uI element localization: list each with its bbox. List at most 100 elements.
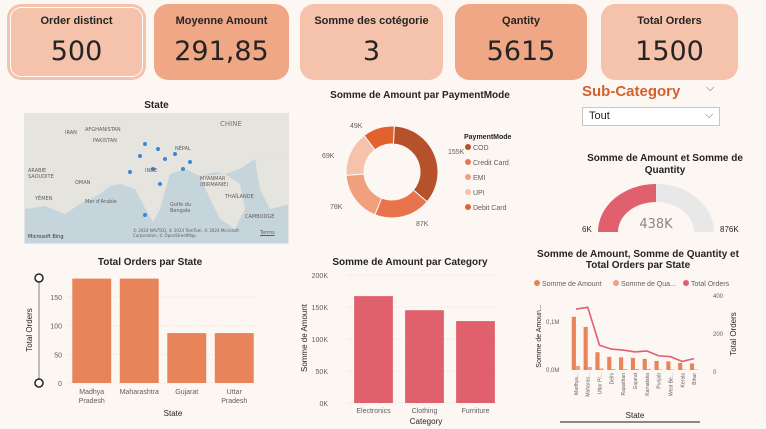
dropdown-value: Tout	[589, 110, 610, 122]
bar-amount[interactable]	[571, 316, 576, 370]
bar-amount[interactable]	[678, 362, 683, 370]
y-tick-label: 50K	[316, 369, 329, 376]
x-tick-label: Delhi	[609, 373, 615, 384]
gauge-chart[interactable]: 438K 6K 876K	[580, 178, 750, 238]
y-tick-label: 50	[54, 352, 62, 359]
donut-legend-dot	[465, 174, 471, 180]
donut-slice[interactable]	[392, 125, 439, 203]
kpi-order-distinct[interactable]: Order distinct 500	[7, 4, 146, 80]
bar-quantity[interactable]	[587, 366, 592, 370]
kpi-qantity[interactable]: Qantity 5615	[455, 4, 587, 80]
bar-state-title: Total Orders par State	[97, 257, 203, 268]
bar-quantity[interactable]	[694, 369, 699, 370]
y-tick-label: 100K	[312, 337, 329, 344]
bar-quantity[interactable]	[646, 368, 651, 370]
donut-legend-label[interactable]: UPI	[473, 190, 485, 197]
x-tick-label: Madhya...	[574, 373, 580, 395]
map-terms-link[interactable]: Terms	[260, 230, 275, 236]
gauge-max: 876K	[720, 225, 739, 234]
kpi-label: Order distinct	[40, 15, 113, 27]
combo-right-tick: 200	[713, 332, 724, 338]
kpi-value: 5615	[486, 36, 556, 67]
range-slider-handle-bottom[interactable]	[34, 378, 44, 388]
donut-legend-dot	[465, 159, 471, 165]
bar-category-chart[interactable]: Somme de Amount Category 0K 50K 100K 150K 20…	[296, 268, 508, 428]
kpi-label: Somme des cotégorie	[314, 15, 429, 27]
bar-amount[interactable]	[654, 360, 659, 370]
bar-state-xlabel: State	[164, 409, 183, 418]
bar-quantity[interactable]	[682, 369, 687, 370]
kpi-label: Total Orders	[637, 15, 702, 27]
map-label-inde: INDE	[145, 168, 158, 174]
kpi-somme-categorie[interactable]: Somme des cotégorie 3	[300, 4, 443, 80]
map-title: State	[144, 100, 169, 111]
slicer-collapse-chevron-icon[interactable]: ⌵	[706, 82, 714, 95]
donut-label: 155K	[448, 149, 465, 156]
bar-quantity[interactable]	[575, 365, 581, 370]
bar-quantity[interactable]	[635, 368, 640, 370]
bar-amount[interactable]	[689, 363, 695, 370]
bar[interactable]	[354, 296, 393, 403]
combo-right-tick: 0	[713, 370, 717, 376]
state-map[interactable]: CHINE IRAN AFGHANISTAN PAKISTAN INDE ARA…	[24, 113, 289, 244]
legend-orders-dot	[683, 280, 689, 286]
donut-label: 87K	[416, 221, 429, 228]
bar-quantity[interactable]	[611, 368, 616, 370]
map-label-mer-arabie: Mer d'Arabie	[85, 199, 117, 205]
bar-quantity[interactable]	[670, 369, 675, 370]
bar-amount[interactable]	[642, 358, 647, 370]
donut-label: 69K	[322, 153, 335, 160]
kpi-moyenne-amount[interactable]: Moyenne Amount 291,85	[154, 4, 289, 80]
kpi-total-orders[interactable]: Total Orders 1500	[601, 4, 738, 80]
range-slider-handle-top[interactable]	[34, 273, 44, 283]
donut-slice[interactable]	[345, 173, 383, 216]
donut-legend-dot	[465, 189, 471, 195]
sub-category-dropdown[interactable]: Tout ⌵	[582, 107, 720, 126]
map-label-arabie: ARABIE SAOUDITE	[28, 168, 54, 180]
bar-amount[interactable]	[619, 357, 624, 370]
bar[interactable]	[119, 278, 159, 383]
bar[interactable]	[405, 310, 444, 403]
map-label-iran: IRAN	[65, 130, 77, 136]
donut-legend-label[interactable]: Credit Card	[473, 160, 509, 167]
combo-left-tick: 0,1M	[546, 320, 559, 326]
legend-amount-dot	[534, 280, 540, 286]
kpi-value: 291,85	[174, 36, 269, 67]
bar[interactable]	[72, 278, 112, 383]
bar-amount[interactable]	[607, 356, 612, 370]
bar[interactable]	[456, 321, 495, 403]
bar-amount[interactable]	[595, 352, 600, 370]
bar-state-chart[interactable]: Total Orders State 0 50 100 150 Madhya Prades…	[20, 270, 275, 422]
donut-legend-label[interactable]: Debit Card	[473, 205, 507, 212]
bar[interactable]	[214, 333, 254, 383]
x-tick-label: Gujarat	[175, 389, 198, 396]
x-tick-label: Karnataka	[645, 373, 651, 396]
legend-quantity-label: Somme de Qua...	[621, 281, 676, 288]
sub-category-slicer-title: Sub-Category	[582, 83, 681, 100]
kpi-value: 500	[50, 36, 103, 67]
donut-legend-label[interactable]: COD	[473, 145, 489, 152]
kpi-value: 1500	[635, 36, 704, 67]
map-label-pakistan: PAKISTAN	[93, 138, 117, 144]
y-tick-label: 150	[50, 295, 62, 302]
bar-quantity[interactable]	[658, 369, 663, 370]
bar-amount[interactable]	[583, 326, 588, 370]
map-credit: © 2024 NAVTEQ, © 2024 TomTom, © 2024 Mic…	[133, 228, 239, 238]
x-tick-label: Kerala	[680, 373, 686, 388]
line-total-orders[interactable]	[575, 306, 695, 363]
bar-quantity[interactable]	[599, 368, 604, 370]
x-tick-label: Electronics	[356, 408, 391, 415]
x-tick-label: Uttar Pradesh	[221, 389, 247, 405]
chevron-down-icon: ⌵	[705, 109, 714, 121]
bar-amount[interactable]	[630, 357, 635, 370]
map-label-yemen: YÉMEN	[35, 196, 53, 202]
map-label-myanmar: MYANMAR (BIRMANIE)	[200, 176, 229, 188]
combo-chart[interactable]: Somme de Amount Somme de Qua... Total Or…	[530, 276, 760, 426]
bar-amount[interactable]	[666, 361, 671, 370]
map-label-golfe-bengale: Golfe du Bengale	[170, 202, 192, 214]
donut-legend-label[interactable]: EMI	[473, 175, 486, 182]
donut-chart[interactable]: PaymentMode COD Credit Card EMI UPI Debit Ca…	[320, 104, 575, 234]
bar-category-xlabel: Category	[410, 417, 442, 426]
bar[interactable]	[167, 333, 207, 383]
bar-quantity[interactable]	[623, 368, 628, 370]
